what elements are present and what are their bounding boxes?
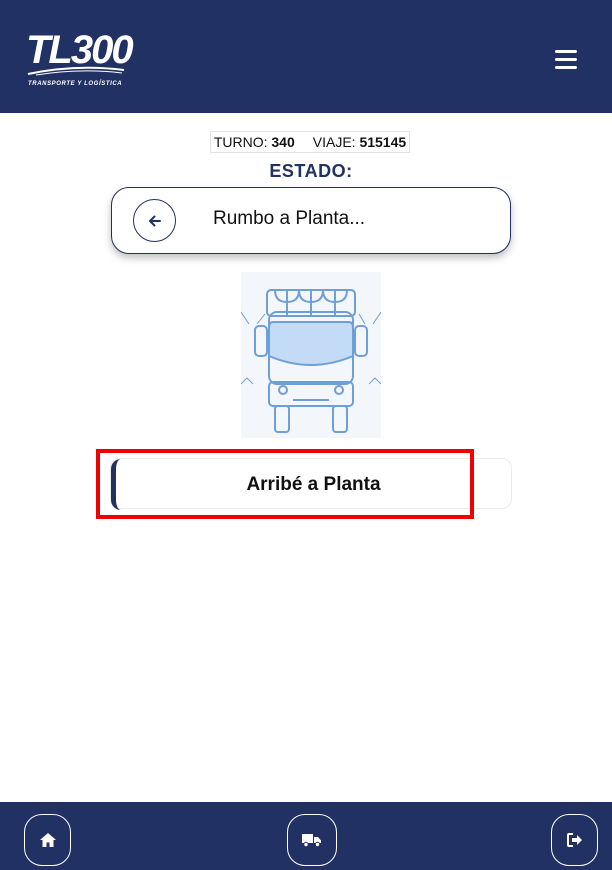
highlight-box [96,449,474,519]
status-current: Rumbo a Planta... [213,208,366,229]
logout-button[interactable] [551,814,598,866]
bottom-nav [0,802,612,870]
estado-label: ESTADO: [269,161,353,181]
logo-text: TL300 [26,28,134,72]
logo-subtitle: TRANSPORTE Y LOGÍSTICA [28,81,123,87]
status-card: Rumbo a Planta... [111,187,511,254]
logo-swoosh-icon [27,66,125,76]
arrow-left-icon [148,215,161,226]
home-icon [39,833,56,847]
turno-info: TURNO: 340 [214,134,295,150]
tl300-logo: TL300 TRANSPORTE Y LOGÍSTICA [26,30,136,92]
home-button[interactable] [24,814,71,866]
app-header: TL300 TRANSPORTE Y LOGÍSTICA [0,0,612,113]
trip-info: TURNO: 340 VIAJE: 515145 [210,131,410,153]
viaje-label: VIAJE: [312,134,356,150]
viaje-value: 515145 [359,134,407,150]
truck-front-illustration [240,272,382,438]
truck-icon [302,834,321,847]
turno-label: TURNO: [213,134,268,150]
truck-button[interactable] [287,814,337,866]
hamburger-menu-icon[interactable] [552,50,580,74]
viaje-info: VIAJE: 515145 [313,134,406,150]
logout-icon [566,833,582,847]
back-button[interactable] [133,199,176,242]
turno-value: 340 [271,134,295,150]
